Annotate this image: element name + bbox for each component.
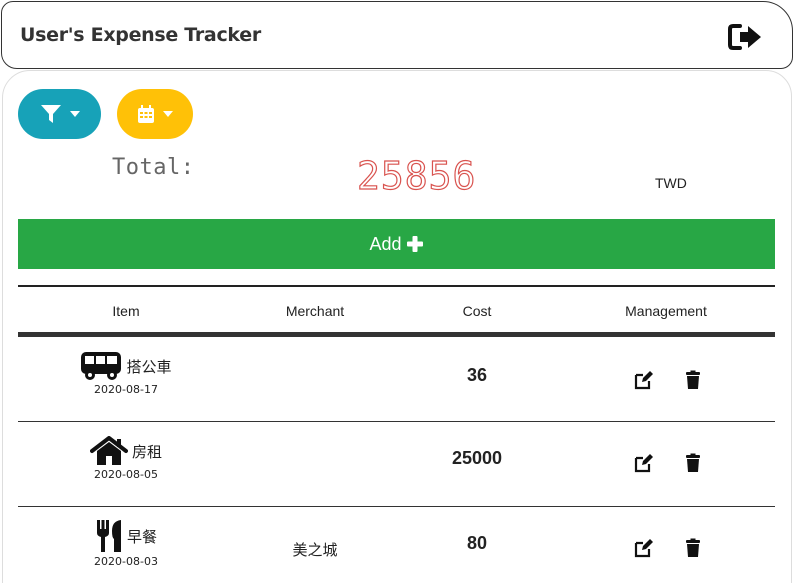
app-header: User's Expense Tracker (1, 1, 793, 69)
item-cell: 搭公車 2020-08-17 (46, 351, 206, 396)
merchant-cell: 美之城 (292, 541, 338, 559)
add-expense-button[interactable]: Add (18, 219, 775, 269)
chevron-down-icon (163, 111, 173, 117)
bus-icon (81, 352, 122, 380)
item-name: 早餐 (126, 527, 157, 546)
item-name: 房租 (131, 442, 162, 461)
table-row: 早餐 2020-08-03 美之城 80 (18, 507, 775, 583)
currency-label: TWD (655, 175, 687, 191)
table-header: Item Merchant Cost Management (18, 285, 775, 337)
chevron-down-icon (69, 111, 80, 117)
utensils-icon (96, 520, 121, 552)
date-filter-button[interactable] (117, 89, 193, 139)
filter-button[interactable] (18, 89, 101, 139)
column-header-cost: Cost (462, 303, 492, 319)
app-title: User's Expense Tracker (20, 24, 261, 46)
calendar-icon (138, 105, 154, 123)
column-header-management: Management (625, 303, 707, 319)
edit-icon[interactable] (634, 370, 654, 390)
trash-icon[interactable] (683, 538, 703, 558)
home-icon (89, 436, 128, 465)
item-date: 2020-08-05 (94, 468, 158, 481)
item-cell: 早餐 2020-08-03 (46, 519, 206, 568)
edit-icon[interactable] (634, 538, 654, 558)
filter-icon (40, 105, 61, 123)
total-value: 25856 (356, 153, 477, 198)
edit-icon[interactable] (634, 453, 654, 473)
item-date: 2020-08-17 (94, 383, 158, 396)
table-row: 房租 2020-08-05 25000 (18, 422, 775, 507)
cost-cell: 36 (466, 365, 488, 385)
table-row: 搭公車 2020-08-17 36 (18, 337, 775, 422)
item-date: 2020-08-03 (94, 555, 158, 568)
item-name: 搭公車 (126, 357, 172, 376)
trash-icon[interactable] (683, 453, 703, 473)
plus-icon (406, 236, 423, 252)
item-cell: 房租 2020-08-05 (46, 436, 206, 481)
sign-out-icon[interactable] (728, 22, 764, 52)
total-label: Total: (112, 155, 195, 180)
add-button-label: Add (369, 233, 402, 254)
trash-icon[interactable] (683, 370, 703, 390)
column-header-item: Item (112, 303, 140, 319)
cost-cell: 25000 (451, 448, 503, 468)
expense-table: Item Merchant Cost Management 搭公車 2020-0… (18, 285, 775, 583)
column-header-merchant: Merchant (285, 303, 345, 319)
cost-cell: 80 (466, 533, 488, 553)
